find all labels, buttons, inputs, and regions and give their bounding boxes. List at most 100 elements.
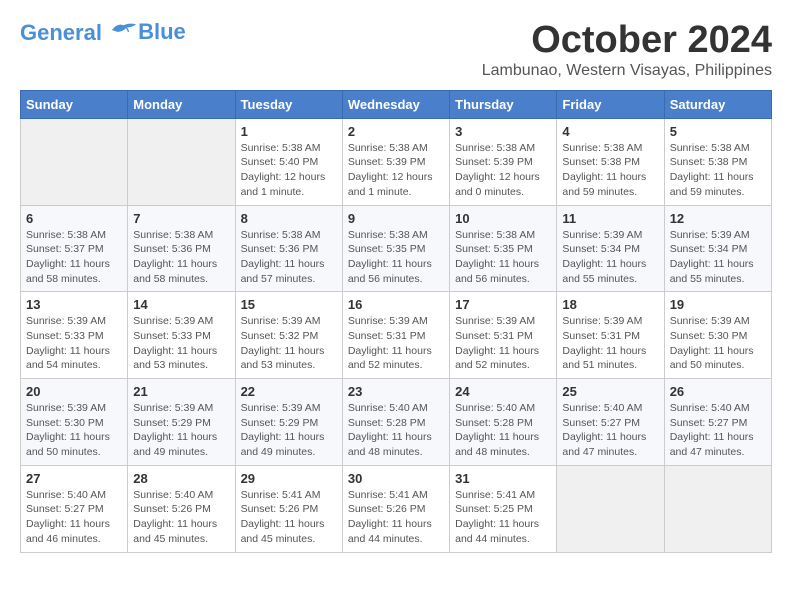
calendar-cell: 7 Sunrise: 5:38 AM Sunset: 5:36 PM Daylig… [128, 205, 235, 292]
calendar-cell: 28Sunrise: 5:40 AM Sunset: 5:26 PM Dayli… [128, 465, 235, 552]
day-info: Sunrise: 5:38 AM Sunset: 5:39 PM Dayligh… [455, 141, 551, 200]
day-info: Sunrise: 5:41 AM Sunset: 5:25 PM Dayligh… [455, 488, 551, 547]
day-number: 29 [241, 471, 337, 486]
calendar-cell [21, 118, 128, 205]
day-number: 8 [241, 211, 337, 226]
calendar-cell: 5 Sunrise: 5:38 AM Sunset: 5:38 PM Daylig… [664, 118, 771, 205]
day-number: 26 [670, 384, 766, 399]
day-number: 6 [26, 211, 122, 226]
day-info: Sunrise: 5:39 AM Sunset: 5:29 PM Dayligh… [241, 401, 337, 460]
day-info: Sunrise: 5:39 AM Sunset: 5:31 PM Dayligh… [455, 314, 551, 373]
calendar-cell: 20 Sunrise: 5:39 AM Sunset: 5:30 PM Dayli… [21, 379, 128, 466]
weekday-header-saturday: Saturday [664, 90, 771, 118]
day-info: Sunrise: 5:39 AM Sunset: 5:34 PM Dayligh… [562, 228, 658, 287]
day-number: 10 [455, 211, 551, 226]
logo-text: General [20, 20, 138, 45]
logo-line2: Blue [138, 20, 186, 44]
calendar-cell: 26 Sunrise: 5:40 AM Sunset: 5:27 PM Dayli… [664, 379, 771, 466]
day-info: Sunrise: 5:39 AM Sunset: 5:34 PM Dayligh… [670, 228, 766, 287]
day-info: Sunrise: 5:38 AM Sunset: 5:36 PM Dayligh… [133, 228, 229, 287]
day-info: Sunrise: 5:40 AM Sunset: 5:27 PM Dayligh… [562, 401, 658, 460]
day-number: 20 [26, 384, 122, 399]
calendar-cell: 2Sunrise: 5:38 AM Sunset: 5:39 PM Daylig… [342, 118, 449, 205]
weekday-header-tuesday: Tuesday [235, 90, 342, 118]
day-info: Sunrise: 5:40 AM Sunset: 5:28 PM Dayligh… [348, 401, 444, 460]
calendar-cell: 15 Sunrise: 5:39 AM Sunset: 5:32 PM Dayli… [235, 292, 342, 379]
week-row-4: 20 Sunrise: 5:39 AM Sunset: 5:30 PM Dayli… [21, 379, 772, 466]
calendar-cell: 30 Sunrise: 5:41 AM Sunset: 5:26 PM Dayli… [342, 465, 449, 552]
calendar-cell: 21 Sunrise: 5:39 AM Sunset: 5:29 PM Dayli… [128, 379, 235, 466]
day-info: Sunrise: 5:41 AM Sunset: 5:26 PM Dayligh… [348, 488, 444, 547]
calendar-cell: 12Sunrise: 5:39 AM Sunset: 5:34 PM Dayli… [664, 205, 771, 292]
weekday-header-wednesday: Wednesday [342, 90, 449, 118]
day-number: 3 [455, 124, 551, 139]
day-number: 25 [562, 384, 658, 399]
day-info: Sunrise: 5:39 AM Sunset: 5:29 PM Dayligh… [133, 401, 229, 460]
week-row-5: 27 Sunrise: 5:40 AM Sunset: 5:27 PM Dayli… [21, 465, 772, 552]
calendar-cell: 19Sunrise: 5:39 AM Sunset: 5:30 PM Dayli… [664, 292, 771, 379]
calendar-cell [664, 465, 771, 552]
calendar-body: 1Sunrise: 5:38 AM Sunset: 5:40 PM Daylig… [21, 118, 772, 552]
day-info: Sunrise: 5:38 AM Sunset: 5:35 PM Dayligh… [455, 228, 551, 287]
calendar-cell [128, 118, 235, 205]
day-number: 18 [562, 297, 658, 312]
calendar-cell: 17 Sunrise: 5:39 AM Sunset: 5:31 PM Dayli… [450, 292, 557, 379]
calendar-cell: 31Sunrise: 5:41 AM Sunset: 5:25 PM Dayli… [450, 465, 557, 552]
calendar-cell: 6 Sunrise: 5:38 AM Sunset: 5:37 PM Daylig… [21, 205, 128, 292]
calendar-cell: 14 Sunrise: 5:39 AM Sunset: 5:33 PM Dayli… [128, 292, 235, 379]
day-number: 14 [133, 297, 229, 312]
day-info: Sunrise: 5:40 AM Sunset: 5:27 PM Dayligh… [670, 401, 766, 460]
day-number: 21 [133, 384, 229, 399]
calendar-header: SundayMondayTuesdayWednesdayThursdayFrid… [21, 90, 772, 118]
day-number: 17 [455, 297, 551, 312]
weekday-header-monday: Monday [128, 90, 235, 118]
logo-bird-icon [110, 20, 138, 40]
calendar-cell: 25 Sunrise: 5:40 AM Sunset: 5:27 PM Dayli… [557, 379, 664, 466]
day-info: Sunrise: 5:39 AM Sunset: 5:33 PM Dayligh… [26, 314, 122, 373]
day-number: 15 [241, 297, 337, 312]
weekday-header-thursday: Thursday [450, 90, 557, 118]
day-info: Sunrise: 5:38 AM Sunset: 5:35 PM Dayligh… [348, 228, 444, 287]
logo-line1: General [20, 20, 102, 45]
day-number: 1 [241, 124, 337, 139]
day-number: 23 [348, 384, 444, 399]
day-info: Sunrise: 5:40 AM Sunset: 5:26 PM Dayligh… [133, 488, 229, 547]
calendar-cell: 27 Sunrise: 5:40 AM Sunset: 5:27 PM Dayli… [21, 465, 128, 552]
calendar-cell: 8 Sunrise: 5:38 AM Sunset: 5:36 PM Daylig… [235, 205, 342, 292]
day-number: 11 [562, 211, 658, 226]
weekday-header-row: SundayMondayTuesdayWednesdayThursdayFrid… [21, 90, 772, 118]
day-info: Sunrise: 5:38 AM Sunset: 5:36 PM Dayligh… [241, 228, 337, 287]
calendar-cell: 29 Sunrise: 5:41 AM Sunset: 5:26 PM Dayli… [235, 465, 342, 552]
day-number: 9 [348, 211, 444, 226]
day-info: Sunrise: 5:41 AM Sunset: 5:26 PM Dayligh… [241, 488, 337, 547]
day-info: Sunrise: 5:40 AM Sunset: 5:28 PM Dayligh… [455, 401, 551, 460]
location-subtitle: Lambunao, Western Visayas, Philippines [482, 62, 772, 80]
title-block: October 2024 Lambunao, Western Visayas, … [482, 20, 772, 80]
day-info: Sunrise: 5:38 AM Sunset: 5:38 PM Dayligh… [670, 141, 766, 200]
day-number: 27 [26, 471, 122, 486]
week-row-1: 1Sunrise: 5:38 AM Sunset: 5:40 PM Daylig… [21, 118, 772, 205]
weekday-header-friday: Friday [557, 90, 664, 118]
day-info: Sunrise: 5:40 AM Sunset: 5:27 PM Dayligh… [26, 488, 122, 547]
calendar-cell: 16Sunrise: 5:39 AM Sunset: 5:31 PM Dayli… [342, 292, 449, 379]
day-number: 24 [455, 384, 551, 399]
calendar-cell: 3 Sunrise: 5:38 AM Sunset: 5:39 PM Daylig… [450, 118, 557, 205]
calendar-cell: 4Sunrise: 5:38 AM Sunset: 5:38 PM Daylig… [557, 118, 664, 205]
day-info: Sunrise: 5:39 AM Sunset: 5:33 PM Dayligh… [133, 314, 229, 373]
day-info: Sunrise: 5:39 AM Sunset: 5:30 PM Dayligh… [26, 401, 122, 460]
calendar-cell: 10 Sunrise: 5:38 AM Sunset: 5:35 PM Dayli… [450, 205, 557, 292]
day-number: 7 [133, 211, 229, 226]
day-number: 2 [348, 124, 444, 139]
day-number: 30 [348, 471, 444, 486]
day-info: Sunrise: 5:38 AM Sunset: 5:37 PM Dayligh… [26, 228, 122, 287]
calendar-cell [557, 465, 664, 552]
week-row-3: 13Sunrise: 5:39 AM Sunset: 5:33 PM Dayli… [21, 292, 772, 379]
day-number: 4 [562, 124, 658, 139]
day-info: Sunrise: 5:39 AM Sunset: 5:30 PM Dayligh… [670, 314, 766, 373]
day-number: 22 [241, 384, 337, 399]
week-row-2: 6 Sunrise: 5:38 AM Sunset: 5:37 PM Daylig… [21, 205, 772, 292]
month-title: October 2024 [482, 20, 772, 62]
day-info: Sunrise: 5:39 AM Sunset: 5:32 PM Dayligh… [241, 314, 337, 373]
day-number: 5 [670, 124, 766, 139]
calendar-cell: 11 Sunrise: 5:39 AM Sunset: 5:34 PM Dayli… [557, 205, 664, 292]
